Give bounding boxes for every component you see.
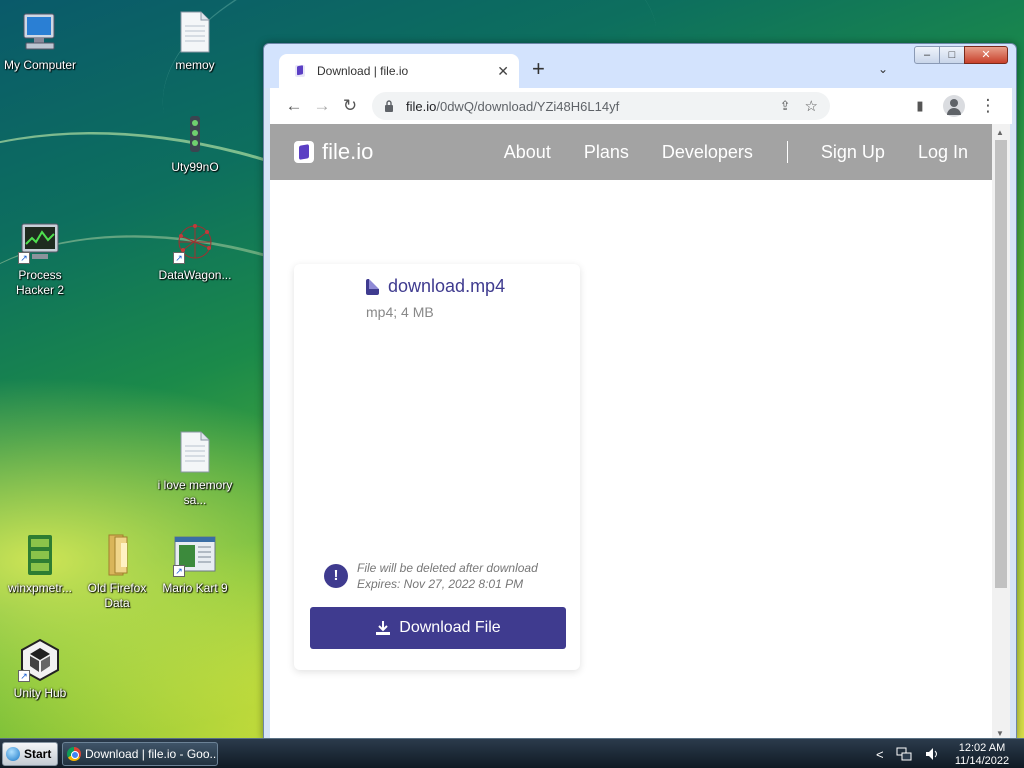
clock-date: 11/14/2022 (954, 755, 1010, 767)
page-scrollbar[interactable]: ▲ ▼ (992, 124, 1010, 740)
computer-icon (18, 10, 62, 54)
shortcut-arrow-icon: ↗ (18, 252, 30, 264)
desktop-icon-old-firefox-data[interactable]: Old Firefox Data (77, 533, 157, 611)
scroll-up-arrow-icon[interactable]: ▲ (996, 128, 1004, 137)
file-name-text: download.mp4 (388, 276, 506, 296)
process-hacker-icon: ↗ (18, 220, 62, 264)
window-app-icon: ↗ (173, 533, 217, 577)
menu-kebab-icon[interactable]: ⋮ (974, 92, 1002, 120)
unity-icon: ↗ (18, 638, 62, 682)
tab-strip: Download | file.io ✕ + ⌄ – □ ✕ (264, 44, 1016, 88)
file-card: download.mp4 mp4; 4 MB ! File will be de… (294, 264, 580, 670)
shortcut-arrow-icon: ↗ (173, 565, 185, 577)
volume-icon[interactable] (924, 746, 940, 762)
url-path: /0dwQ/download/YZi48H6L14yf (436, 98, 620, 114)
file-io-logo-icon (294, 141, 314, 163)
clock[interactable]: 12:02 AM 11/14/2022 (946, 742, 1018, 768)
desktop-icon-memoy[interactable]: memoy (155, 10, 235, 73)
download-icon (376, 621, 391, 635)
desktop-icon-i-love-memory[interactable]: i love memory sa... (155, 430, 235, 508)
nav-link-sign-up[interactable]: Sign Up (821, 142, 885, 163)
notice-line-delete: File will be deleted after download (357, 561, 538, 575)
site-logo[interactable]: file.io (294, 139, 373, 165)
shortcut-arrow-icon: ↗ (18, 670, 30, 682)
download-button-label: Download File (399, 619, 501, 636)
browser-toolbar: ← → ↻ file.io/0dwQ/download/YZi48H6L14yf… (270, 88, 1012, 124)
windows-orb-icon (6, 747, 20, 761)
reload-icon[interactable]: ↻ (336, 92, 364, 120)
profile-avatar-icon[interactable] (940, 92, 968, 120)
start-button[interactable]: Start (2, 742, 58, 766)
traffic-light-icon (173, 112, 217, 156)
taskbar: Start Download | file.io - Goo... < 12:0… (0, 738, 1024, 768)
scrollbar-thumb[interactable] (995, 140, 1007, 588)
bookmark-star-icon[interactable]: ☆ (805, 97, 818, 115)
clock-time: 12:02 AM (958, 742, 1006, 754)
file-meta: mp4; 4 MB (366, 304, 434, 320)
page-viewport: file.io About Plans Developers Sign Up L… (270, 124, 992, 740)
logo-text: file.io (322, 139, 374, 164)
window-maximize-button[interactable]: □ (939, 46, 965, 64)
scroll-down-arrow-icon[interactable]: ▼ (996, 729, 1004, 738)
tab-title: Download | file.io (317, 64, 409, 78)
site-header: file.io About Plans Developers Sign Up L… (270, 124, 992, 180)
green-app-icon (18, 533, 62, 577)
expiry-notice: ! File will be deleted after download Ex… (324, 560, 538, 592)
file-icon (366, 278, 379, 295)
avatar (943, 95, 965, 117)
tab-search-chevron-icon[interactable]: ⌄ (878, 62, 888, 76)
folder-icon (95, 533, 139, 577)
file-io-favicon-icon (295, 65, 305, 77)
desktop-icon-datawagon[interactable]: ↗ DataWagon... (155, 220, 235, 283)
toolbar-right-group: ▮ ⋮ (906, 92, 1002, 120)
tray-expand-chevron-icon[interactable]: < (876, 747, 884, 762)
lock-icon (385, 100, 393, 112)
system-tray: < (876, 739, 952, 768)
nav-link-about[interactable]: About (504, 142, 551, 163)
forward-arrow-icon[interactable]: → (308, 92, 336, 120)
address-bar[interactable]: file.io/0dwQ/download/YZi48H6L14yf ⇪ ☆ (372, 92, 830, 120)
new-tab-button[interactable]: + (532, 58, 545, 80)
text-file-icon (173, 10, 217, 54)
file-name: download.mp4 (366, 276, 505, 297)
start-label: Start (24, 747, 52, 761)
nav-divider (786, 141, 788, 163)
taskbar-item-chrome[interactable]: Download | file.io - Goo... (62, 742, 218, 766)
desktop-icon-winxpmetr[interactable]: winxpmetr... (0, 533, 80, 596)
desktop-icon-uty99no[interactable]: Uty99nO (155, 112, 235, 175)
network-icon[interactable] (896, 746, 912, 762)
nav-link-log-in[interactable]: Log In (918, 142, 968, 163)
notice-text: File will be deleted after download Expi… (357, 560, 538, 592)
desktop-icon-my-computer[interactable]: My Computer (0, 10, 80, 73)
nav-link-developers[interactable]: Developers (662, 142, 753, 163)
window-minimize-button[interactable]: – (914, 46, 940, 64)
notice-line-expires: Expires: Nov 27, 2022 8:01 PM (357, 577, 524, 591)
network-graph-icon: ↗ (173, 220, 217, 264)
desktop-icon-mario-kart[interactable]: ↗ Mario Kart 9 (155, 533, 235, 596)
taskbar-item-label: Download | file.io - Goo... (85, 747, 218, 761)
nav-link-plans[interactable]: Plans (584, 142, 629, 163)
browser-window: Download | file.io ✕ + ⌄ – □ ✕ ← → ↻ fil… (263, 43, 1017, 740)
text-file-icon (173, 430, 217, 474)
tab-close-icon[interactable]: ✕ (497, 63, 509, 80)
url-host: file.io (406, 98, 437, 114)
browser-tab[interactable]: Download | file.io ✕ (279, 54, 519, 88)
shortcut-arrow-icon: ↗ (173, 252, 185, 264)
download-file-button[interactable]: Download File (310, 607, 566, 649)
exclamation-icon: ! (324, 564, 348, 588)
site-nav-links: About Plans Developers Sign Up Log In (471, 141, 968, 163)
desktop-icon-process-hacker[interactable]: ↗ Process Hacker 2 (0, 220, 80, 298)
desktop-icon-unity-hub[interactable]: ↗ Unity Hub (0, 638, 80, 701)
side-panel-icon[interactable]: ▮ (906, 92, 934, 120)
share-icon[interactable]: ⇪ (780, 98, 791, 114)
back-arrow-icon[interactable]: ← (280, 92, 308, 120)
window-close-button[interactable]: ✕ (964, 46, 1008, 64)
chrome-icon (67, 747, 81, 761)
